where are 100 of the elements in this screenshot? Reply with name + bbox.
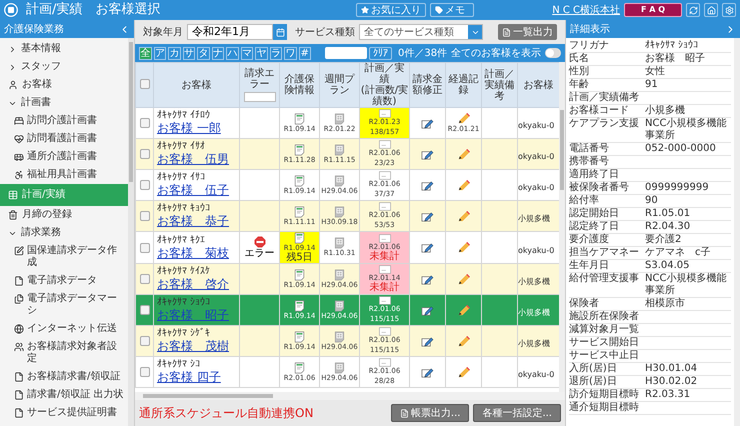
error-filter-select[interactable] [244, 92, 276, 102]
customer-name-link[interactable]: お客様 伍男 [157, 152, 236, 167]
detail-label: 通介短期目標時 [569, 402, 640, 414]
customer-kana: ｵｷｬｸｻﾏ ｷｸｴ [157, 234, 206, 246]
document-icon [502, 28, 511, 36]
checkbox[interactable] [140, 149, 150, 159]
grid-document-icon [334, 112, 345, 124]
sidebar-subitem[interactable]: お客様請求対象者設定 [0, 338, 128, 368]
refresh-button[interactable] [686, 3, 700, 17]
detail-label: 適用終了日 [569, 169, 620, 181]
detail-value: 小規多機 [645, 105, 686, 117]
sidebar-item[interactable]: 請求業務 [0, 224, 128, 242]
checkbox[interactable] [140, 211, 150, 221]
pen-paper-icon[interactable] [421, 304, 434, 316]
search-field[interactable] [325, 47, 367, 59]
sidebar-item[interactable]: スタッフ [0, 58, 128, 76]
checkbox[interactable] [140, 78, 150, 88]
customer-name-link[interactable]: お客様 菊枝 [157, 246, 236, 260]
document-icon [294, 112, 305, 124]
edit-icon [14, 246, 24, 256]
checkbox[interactable] [140, 242, 150, 252]
plan-count: 未集計 [368, 252, 400, 262]
card-icon [378, 327, 390, 336]
pencil-icon[interactable] [457, 148, 470, 160]
sidebar-subitem[interactable]: 福祉用具計画書 [0, 166, 128, 184]
sidebar-subitem[interactable]: 請求書/領収証 出力状 [0, 386, 128, 404]
column-header: 請求エラー [240, 62, 280, 108]
pen-paper-icon[interactable] [421, 272, 434, 286]
detail-value: R2.03.31 [645, 389, 692, 401]
customer-name-link[interactable]: お客様 茂樹 [157, 339, 236, 354]
detail-value: 女性 [645, 66, 666, 78]
month-field[interactable]: 令和2年1月 [187, 24, 273, 40]
detail-value: 相模原市 [645, 298, 686, 310]
settings-button[interactable] [722, 3, 736, 17]
pen-paper-icon[interactable] [421, 116, 434, 130]
remaining-days: 残5日 [280, 253, 319, 263]
document-icon [14, 372, 24, 382]
grid-document-icon [334, 237, 345, 249]
customer-name-link[interactable]: お客様 一郎 [157, 121, 236, 136]
pencil-icon[interactable] [457, 241, 470, 254]
pencil-icon[interactable] [457, 112, 470, 125]
checkbox[interactable] [140, 180, 150, 190]
sidebar-item[interactable]: 基本情報 [0, 40, 128, 58]
sidebar-item[interactable]: お客様 [0, 76, 128, 94]
pen-paper-icon[interactable] [421, 334, 434, 348]
pen-paper-icon[interactable] [421, 178, 434, 192]
checkbox[interactable] [140, 336, 150, 346]
detail-label: 訪介短期目標時 [569, 389, 640, 401]
pencil-icon[interactable] [457, 272, 470, 286]
sidebar-subitem[interactable]: 訪問介護計画書 [0, 112, 128, 130]
bulk-settings-button[interactable]: 各種一括設定... [473, 404, 561, 422]
service-select[interactable]: 全てのサービス種類 [359, 24, 483, 40]
pencil-icon[interactable] [457, 304, 470, 316]
faq-button[interactable]: F A Q [624, 3, 682, 17]
customer-kana: ｵｷｬｸｻﾏ ｼｺ [157, 359, 202, 370]
settings-icon [724, 6, 734, 14]
detail-value: R2.04.30 [645, 221, 692, 233]
scrollbar[interactable] [129, 42, 133, 182]
sidebar-subitem[interactable]: 電子請求データマーシ [0, 290, 128, 320]
sidebar-item[interactable]: 計画書 [0, 94, 128, 112]
checkbox[interactable] [140, 118, 150, 128]
pen-paper-icon[interactable] [421, 366, 434, 378]
users-icon [14, 342, 24, 352]
customer-name-link[interactable]: お客様 啓介 [157, 277, 236, 292]
checkbox[interactable] [140, 305, 150, 315]
pen-paper-icon[interactable] [421, 210, 434, 222]
sidebar-subitem[interactable]: 訪問看護計画書 [0, 130, 128, 148]
home-button[interactable] [704, 3, 718, 17]
sidebar-subitem[interactable]: 電子請求データ [0, 272, 128, 290]
customer-name-link[interactable]: お客様 伍子 [157, 183, 236, 198]
pencil-icon[interactable] [457, 334, 470, 348]
customer-name-link[interactable]: お客様 恭子 [157, 214, 236, 229]
print-button[interactable]: 帳票出力... [390, 404, 470, 422]
card-icon [378, 265, 390, 274]
document-icon [400, 408, 409, 418]
detail-label: 入所(居)日 [569, 363, 618, 375]
document-icon [14, 408, 24, 418]
pencil-icon[interactable] [457, 366, 470, 378]
export-button[interactable]: 一覧出力 [498, 24, 557, 40]
customer-name-link[interactable]: お客様 四子 [157, 370, 236, 385]
checkbox[interactable] [140, 274, 150, 284]
scrollbar[interactable] [560, 110, 564, 190]
pen-paper-icon[interactable] [421, 148, 434, 160]
pen-paper-icon[interactable] [421, 241, 434, 254]
sidebar-item[interactable]: 月締の登録 [0, 206, 128, 224]
grid-document-icon [334, 300, 345, 312]
document-icon [294, 174, 305, 186]
document-icon [294, 206, 305, 218]
pencil-icon[interactable] [457, 178, 470, 192]
sidebar-subitem[interactable]: インターネット伝送 [0, 320, 128, 338]
checkbox[interactable] [140, 367, 150, 377]
scrollbar[interactable] [143, 394, 273, 398]
sidebar-subitem[interactable]: 国保連請求データ作成 [0, 242, 128, 272]
calendar-button[interactable] [273, 24, 287, 40]
sidebar-subitem[interactable]: 通所介護計画書 [0, 148, 128, 166]
show-all-label: 全てのお客様を表示 [451, 46, 542, 60]
show-all-toggle[interactable] [545, 48, 562, 58]
pencil-icon[interactable] [457, 210, 470, 222]
sidebar-subitem[interactable]: お客様請求書/領収証 [0, 368, 128, 386]
sidebar-subitem[interactable]: サービス提供証明書 [0, 404, 128, 422]
